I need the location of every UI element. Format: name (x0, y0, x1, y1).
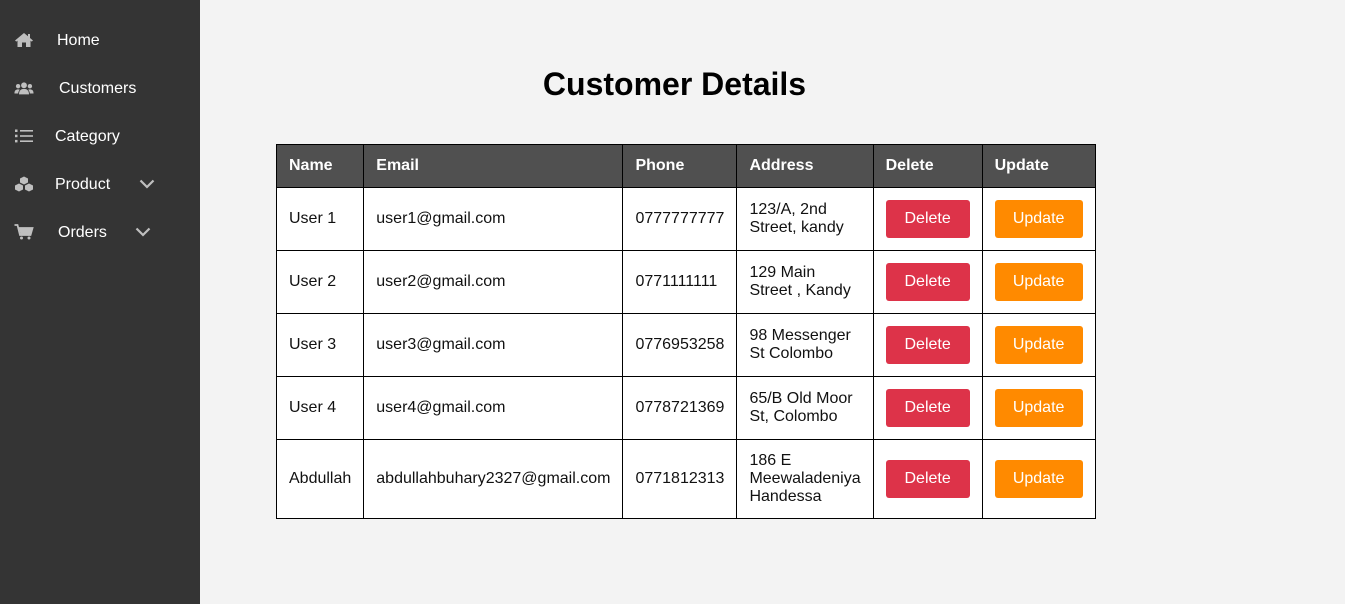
cell-name: User 2 (275, 250, 365, 314)
sidebar-item-home[interactable]: Home (0, 16, 200, 64)
cell-update: Update (981, 313, 1096, 377)
cell-update: Update (981, 250, 1096, 314)
cell-email: user1@gmail.com (363, 187, 624, 251)
table-row: User 3 user3@gmail.com 0776953258 98 Mes… (275, 313, 1096, 377)
cell-phone: 0776953258 (622, 313, 738, 377)
cart-icon (14, 222, 34, 242)
cell-delete: Delete (872, 313, 983, 377)
cell-name: User 1 (275, 187, 365, 251)
cell-update: Update (981, 376, 1096, 440)
sidebar-item-customers[interactable]: Customers (0, 64, 200, 112)
chevron-down-icon[interactable] (138, 177, 156, 191)
table-row: User 4 user4@gmail.com 0778721369 65/B O… (275, 376, 1096, 440)
sidebar-item-label: Customers (59, 80, 137, 97)
delete-button[interactable]: Delete (885, 326, 970, 364)
cell-address: 129 Main Street , Kandy (736, 250, 874, 314)
column-header-update: Update (981, 144, 1096, 188)
update-button[interactable]: Update (994, 460, 1083, 498)
delete-button[interactable]: Delete (885, 389, 970, 427)
cell-delete: Delete (872, 250, 983, 314)
table-row: User 1 user1@gmail.com 0777777777 123/A,… (275, 187, 1096, 251)
sidebar-item-label: Category (55, 128, 120, 145)
cell-email: user3@gmail.com (363, 313, 624, 377)
cell-phone: 0778721369 (622, 376, 738, 440)
cell-update: Update (981, 439, 1096, 519)
sidebar-item-label: Home (57, 32, 100, 49)
cell-email: user4@gmail.com (363, 376, 624, 440)
column-header-address: Address (736, 144, 874, 188)
main-content: Customer Details Name Email Phone Addres… (200, 0, 1345, 604)
sidebar-item-category[interactable]: Category (0, 112, 200, 160)
update-button[interactable]: Update (994, 326, 1083, 364)
table-row: Abdullah abdullahbuhary2327@gmail.com 07… (275, 439, 1096, 519)
sidebar-item-orders[interactable]: Orders (0, 208, 200, 256)
cell-email: abdullahbuhary2327@gmail.com (363, 439, 624, 519)
update-button[interactable]: Update (994, 389, 1083, 427)
sidebar-item-product[interactable]: Product (0, 160, 200, 208)
cell-phone: 0771812313 (622, 439, 738, 519)
cell-update: Update (981, 187, 1096, 251)
chevron-down-icon[interactable] (134, 225, 152, 239)
page-title: Customer Details (542, 66, 807, 102)
cell-delete: Delete (872, 439, 983, 519)
cell-name: Abdullah (275, 439, 365, 519)
update-button[interactable]: Update (994, 263, 1083, 301)
sidebar-item-label: Product (55, 176, 111, 193)
table-header-row: Name Email Phone Address Delete Update (275, 144, 1096, 188)
cell-phone: 0771111111 (622, 250, 738, 314)
column-header-delete: Delete (872, 144, 983, 188)
sidebar-item-label: Orders (58, 224, 107, 241)
cubes-icon (14, 174, 34, 194)
delete-button[interactable]: Delete (885, 460, 970, 498)
update-button[interactable]: Update (994, 200, 1083, 238)
cell-address: 65/B Old Moor St, Colombo (736, 376, 874, 440)
cell-email: user2@gmail.com (363, 250, 624, 314)
cell-delete: Delete (872, 187, 983, 251)
delete-button[interactable]: Delete (885, 200, 970, 238)
sidebar: Home Customers Category Product Orders (0, 0, 200, 604)
cell-name: User 3 (275, 313, 365, 377)
customer-table: Name Email Phone Address Delete Update U… (275, 144, 1096, 519)
cell-phone: 0777777777 (622, 187, 738, 251)
cell-address: 186 E Meewaladeniya Handessa (736, 439, 874, 519)
users-icon (14, 78, 34, 98)
home-icon (14, 30, 34, 50)
cell-name: User 4 (275, 376, 365, 440)
cell-address: 123/A, 2nd Street, kandy (736, 187, 874, 251)
column-header-email: Email (363, 144, 624, 188)
cell-delete: Delete (872, 376, 983, 440)
column-header-phone: Phone (622, 144, 738, 188)
delete-button[interactable]: Delete (885, 263, 970, 301)
table-row: User 2 user2@gmail.com 0771111111 129 Ma… (275, 250, 1096, 314)
list-icon (14, 126, 34, 146)
column-header-name: Name (275, 144, 365, 188)
cell-address: 98 Messenger St Colombo (736, 313, 874, 377)
